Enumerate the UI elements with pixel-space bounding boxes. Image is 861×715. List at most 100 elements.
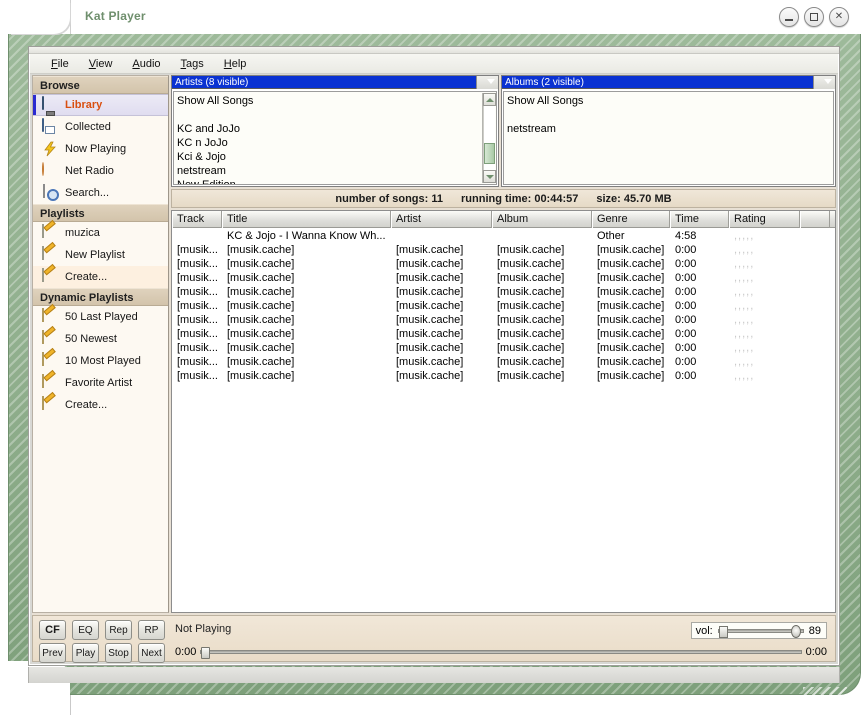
cell-track: [musik... (177, 370, 218, 382)
menu-view[interactable]: View (80, 56, 124, 72)
resize-grip[interactable] (803, 687, 847, 701)
albums-list-body: Show All Songs netstream (503, 91, 834, 185)
track-list-header: Track Title Artist Album Genre Time Rating (172, 211, 835, 228)
sidebar-heading-playlists: Playlists (33, 204, 168, 222)
cell-time: 0:00 (675, 356, 697, 368)
table-row[interactable]: [musik... [musik.cache] [musik.cache] [musi… (172, 369, 835, 383)
navigation-sidebar: Browse Library Collected Now Playing Net… (32, 75, 169, 613)
scroll-down-button[interactable] (483, 170, 496, 183)
sidebar-item-muzica[interactable]: muzica (33, 222, 168, 244)
radio-antenna-icon (42, 162, 58, 179)
menu-tags[interactable]: Tags (172, 56, 215, 72)
sidebar-item-now-playing[interactable]: Now Playing (33, 138, 168, 160)
minimize-button[interactable] (779, 7, 799, 27)
volume-slider-min-knob[interactable] (718, 625, 728, 638)
cell-title: [musik.cache] (227, 314, 295, 326)
table-row[interactable]: [musik... [musik.cache] [musik.cache] [musi… (172, 341, 835, 355)
sidebar-item-10-most-played[interactable]: 10 Most Played (33, 350, 168, 372)
artists-pane-header[interactable]: Artists (8 visible) (172, 76, 498, 89)
table-row[interactable]: [musik... [musik.cache] [musik.cache] [musi… (172, 243, 835, 257)
seek-row: 0:00 0:00 (175, 644, 827, 660)
volume-slider-knob[interactable] (790, 624, 801, 638)
scroll-up-button[interactable] (483, 93, 496, 106)
artist-row-spacer (177, 108, 482, 122)
table-row[interactable]: [musik... [musik.cache] [musik.cache] [musi… (172, 327, 835, 341)
sidebar-item-search[interactable]: Search... (33, 182, 168, 204)
table-row[interactable]: [musik... [musik.cache] [musik.cache] [musi… (172, 299, 835, 313)
table-row[interactable]: [musik... [musik.cache] [musik.cache] [musi… (172, 285, 835, 299)
next-button[interactable]: Next (138, 643, 165, 663)
window-controls[interactable]: ✕ (779, 7, 849, 27)
sidebar-item-create-playlist[interactable]: Create... (33, 266, 168, 288)
column-header-title[interactable]: Title (222, 211, 391, 228)
track-list-body[interactable]: KC & Jojo - I Wanna Know Wh... Other 4:58,… (172, 229, 835, 612)
albums-list[interactable]: Show All Songs netstream (504, 92, 833, 184)
title-bar[interactable]: Kat Player (8, 0, 861, 34)
column-header-genre[interactable]: Genre (592, 211, 670, 228)
column-header-track[interactable]: Track (172, 211, 222, 228)
artist-row[interactable]: KC and JoJo (177, 122, 482, 136)
cell-rating: ,,,,, (734, 342, 755, 354)
menu-bar[interactable]: File View Audio Tags Help (30, 54, 838, 74)
crossfade-button[interactable]: CF (39, 620, 66, 640)
sidebar-item-label: muzica (65, 227, 100, 239)
artist-row[interactable]: KC n JoJo (177, 136, 482, 150)
cell-rating: ,,,,, (734, 230, 755, 242)
table-row[interactable]: [musik... [musik.cache] [musik.cache] [musi… (172, 257, 835, 271)
artist-row[interactable]: Kci & Jojo (177, 150, 482, 164)
cell-track: [musik... (177, 258, 218, 270)
column-header-time[interactable]: Time (670, 211, 729, 228)
sidebar-item-label: Collected (65, 121, 111, 133)
column-header-album[interactable]: Album (492, 211, 592, 228)
table-row[interactable]: [musik... [musik.cache] [musik.cache] [musi… (172, 313, 835, 327)
menu-help[interactable]: Help (215, 56, 258, 72)
volume-control[interactable]: vol: 89 (690, 622, 827, 639)
artist-row[interactable]: netstream (177, 164, 482, 178)
repeat-button[interactable]: Rep (105, 620, 132, 640)
column-header-blank[interactable] (800, 211, 830, 228)
table-row[interactable]: KC & Jojo - I Wanna Know Wh... Other 4:58,… (172, 229, 835, 243)
column-header-rating[interactable]: Rating (729, 211, 800, 228)
album-row[interactable]: Show All Songs (507, 94, 833, 108)
track-list: Track Title Artist Album Genre Time Rating KC … (171, 210, 836, 613)
albums-pane-header[interactable]: Albums (2 visible) (502, 76, 835, 89)
sidebar-item-50-newest[interactable]: 50 Newest (33, 328, 168, 350)
artist-row[interactable]: New Edition (177, 178, 482, 184)
scrollbar-track[interactable] (483, 106, 495, 170)
artists-list[interactable]: Show All Songs KC and JoJo KC n JoJo Kci… (174, 92, 482, 184)
pencil-icon (42, 224, 58, 241)
sidebar-item-library[interactable]: Library (33, 94, 168, 116)
sidebar-item-favorite-artist[interactable]: Favorite Artist (33, 372, 168, 394)
cell-genre: [musik.cache] (597, 328, 665, 340)
play-button[interactable]: Play (72, 643, 99, 663)
column-header-artist[interactable]: Artist (391, 211, 492, 228)
equalizer-button[interactable]: EQ (72, 620, 99, 640)
artists-scrollbar[interactable] (482, 93, 496, 183)
sidebar-item-collected[interactable]: Collected (33, 116, 168, 138)
table-row[interactable]: [musik... [musik.cache] [musik.cache] [musi… (172, 271, 835, 285)
sidebar-item-create-dynamic[interactable]: Create... (33, 394, 168, 416)
volume-slider[interactable] (717, 624, 804, 638)
sidebar-item-net-radio[interactable]: Net Radio (33, 160, 168, 182)
maximize-button[interactable] (804, 7, 824, 27)
library-size: size: 45.70 MB (596, 192, 672, 205)
scrollbar-thumb[interactable] (484, 143, 495, 164)
dynamic-playlist-icon (42, 396, 58, 413)
artist-row[interactable]: Show All Songs (177, 94, 482, 108)
previous-button[interactable]: Prev (39, 643, 66, 663)
album-row[interactable]: netstream (507, 122, 833, 136)
close-button[interactable]: ✕ (829, 7, 849, 27)
sidebar-item-50-last-played[interactable]: 50 Last Played (33, 306, 168, 328)
seek-slider[interactable] (200, 647, 802, 659)
sidebar-item-new-playlist[interactable]: New Playlist (33, 244, 168, 266)
seek-slider-knob[interactable] (201, 647, 211, 659)
dynamic-playlist-icon (42, 352, 58, 369)
window-top-strip (29, 47, 839, 54)
stop-button[interactable]: Stop (105, 643, 132, 663)
menu-audio[interactable]: Audio (123, 56, 171, 72)
frame-notch-top-left (8, 0, 70, 34)
table-row[interactable]: [musik... [musik.cache] [musik.cache] [musi… (172, 355, 835, 369)
menu-file[interactable]: File (42, 56, 80, 72)
cell-genre: [musik.cache] (597, 314, 665, 326)
random-play-button[interactable]: RP (138, 620, 165, 640)
